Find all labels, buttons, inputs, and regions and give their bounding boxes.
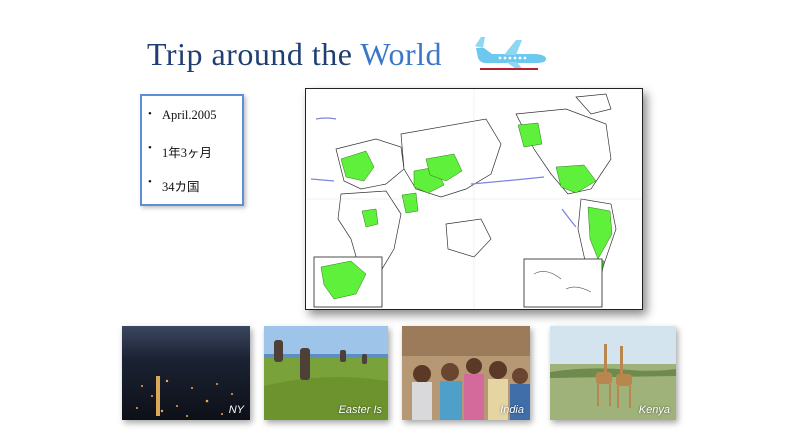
photo-caption: NY <box>228 404 244 416</box>
fact-item: • 34カ国 <box>148 176 200 194</box>
photo-caption: Easter Is <box>338 404 382 416</box>
airplane-icon <box>470 34 550 74</box>
slide: Trip around the World • April.2005 • 1年3ヶ月… <box>0 0 800 436</box>
fact-item: • April.2005 <box>148 108 217 122</box>
world-map <box>305 88 643 310</box>
photo-caption: India <box>500 404 524 416</box>
trip-facts-box: • April.2005 • 1年3ヶ月 • 34カ国 <box>140 94 244 206</box>
slide-title: Trip around the World <box>147 36 442 73</box>
title-main: Trip around the <box>147 36 361 72</box>
fact-item: • 1年3ヶ月 <box>148 142 213 160</box>
photo-kenya: Kenya <box>550 326 676 420</box>
photo-easter-island: Easter Is <box>264 326 388 420</box>
photo-india: India <box>402 326 530 420</box>
title-accent: World <box>360 36 443 72</box>
photo-caption: Kenya <box>638 404 670 416</box>
photo-ny: NY <box>122 326 250 420</box>
